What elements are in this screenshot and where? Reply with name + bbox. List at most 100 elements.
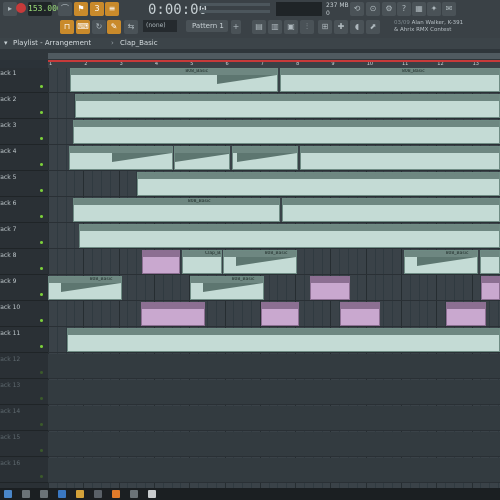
browser-icon[interactable]: ▦ (412, 2, 426, 16)
track-lane[interactable] (48, 354, 500, 379)
playlist-icon[interactable]: ▤ (252, 20, 266, 34)
audio-clip[interactable] (141, 302, 205, 326)
plugin-picker-icon[interactable]: ✚ (334, 20, 348, 34)
playlist-options-icon[interactable]: ▾ (4, 38, 8, 49)
master-volume-slider[interactable] (200, 3, 270, 6)
track-header[interactable]: Track 2 (0, 94, 48, 119)
explorer-icon[interactable] (76, 490, 84, 498)
store-icon[interactable] (94, 490, 102, 498)
pattern-clip[interactable]: 808_Basic (70, 68, 278, 92)
search-icon[interactable] (22, 490, 30, 498)
master-pitch-slider[interactable] (200, 10, 270, 13)
channel-rack-icon[interactable]: ▣ (284, 20, 298, 34)
audio-clip[interactable] (446, 302, 486, 326)
track-header[interactable]: Track 13 (0, 380, 48, 405)
track-enable-led[interactable] (40, 423, 43, 426)
track-enable-led[interactable] (40, 475, 43, 478)
track-enable-led[interactable] (40, 397, 43, 400)
track-header[interactable]: Track 7 (0, 224, 48, 249)
pattern-clip[interactable] (73, 120, 500, 144)
pattern-clip[interactable] (300, 146, 500, 170)
project-browser-icon[interactable]: ⊞ (318, 20, 332, 34)
pattern-clip[interactable] (75, 94, 500, 118)
edge-icon[interactable] (58, 490, 66, 498)
plugin-icon[interactable]: ✦ (427, 2, 441, 16)
track-header[interactable]: Track 9 (0, 276, 48, 301)
loop-record-icon[interactable]: ↻ (92, 20, 106, 34)
chat-icon[interactable]: ✉ (442, 2, 456, 16)
track-enable-led[interactable] (40, 371, 43, 374)
track-enable-led[interactable] (40, 293, 43, 296)
pattern-clip[interactable] (79, 224, 500, 248)
song-position[interactable]: 0:00:00 (148, 0, 207, 20)
app-icon[interactable] (130, 490, 138, 498)
track-enable-led[interactable] (40, 85, 43, 88)
fl-studio-icon[interactable] (112, 490, 120, 498)
start-icon[interactable] (4, 490, 12, 498)
track-enable-led[interactable] (40, 215, 43, 218)
undo-icon[interactable]: ⟲ (350, 2, 364, 16)
pattern-clip[interactable] (282, 198, 500, 222)
track-enable-led[interactable] (40, 163, 43, 166)
blend-icon[interactable]: ✎ (107, 20, 121, 34)
task-view-icon[interactable] (40, 490, 48, 498)
mixer-icon[interactable]: ⚙ (382, 2, 396, 16)
pattern-selector[interactable]: Pattern 1 (186, 20, 228, 32)
record-button[interactable] (16, 3, 26, 13)
track-lane[interactable] (48, 432, 500, 457)
track-enable-led[interactable] (40, 319, 43, 322)
track-lane[interactable] (48, 406, 500, 431)
audio-icon[interactable]: ◖ (350, 20, 364, 34)
pattern-clip[interactable] (480, 250, 500, 274)
wait-icon[interactable]: ⌒ (58, 2, 72, 16)
app2-icon[interactable] (148, 490, 156, 498)
playlist-lanes[interactable]: 808_Basic 808_Basic 808_Basic Clap_Basic 808… (48, 68, 500, 488)
pattern-clip[interactable]: 808_Basic (280, 68, 500, 92)
help-icon[interactable]: ? (397, 2, 411, 16)
overview-scrollbar[interactable] (48, 53, 500, 59)
snap-icon[interactable]: ⊓ (60, 20, 74, 34)
pattern-clip[interactable]: 808_Basic (223, 250, 297, 274)
pattern-clip[interactable]: Clap_Basic (182, 250, 222, 274)
pattern-clip[interactable] (69, 146, 173, 170)
track-enable-led[interactable] (40, 449, 43, 452)
track-enable-led[interactable] (40, 241, 43, 244)
news-ticker[interactable]: 03/09 Alan Walker, K-391 & Ahrix RMX Con… (394, 20, 464, 36)
pattern-clip[interactable] (174, 146, 230, 170)
pattern-clip[interactable]: 808_Basic (190, 276, 264, 300)
track-lane[interactable] (48, 380, 500, 405)
step-edit-icon[interactable]: ≡ (105, 2, 119, 16)
add-pattern-icon[interactable]: + (231, 20, 241, 34)
tempo-display[interactable]: 153.000 (28, 2, 62, 16)
render-icon[interactable]: ⬈ (366, 20, 380, 34)
track-enable-led[interactable] (40, 137, 43, 140)
current-clip-name[interactable]: Clap_Basic (120, 38, 158, 49)
countdown-icon[interactable]: 3 (90, 2, 104, 16)
audio-clip[interactable] (261, 302, 299, 326)
snap-select[interactable]: (none) (143, 20, 177, 32)
pattern-clip[interactable]: 808_Basic (73, 198, 280, 222)
track-header[interactable]: Track 12 (0, 354, 48, 379)
track-header[interactable]: Track 16 (0, 458, 48, 483)
pattern-clip[interactable]: 808_Basic (48, 276, 122, 300)
pat-song-toggle[interactable]: ▸ (3, 2, 17, 16)
pattern-clip[interactable] (137, 172, 500, 196)
metronome-icon[interactable]: ⚑ (74, 2, 88, 16)
track-enable-led[interactable] (40, 267, 43, 270)
track-header[interactable]: Track 14 (0, 406, 48, 431)
track-header[interactable]: Track 3 (0, 120, 48, 145)
track-header[interactable]: Track 15 (0, 432, 48, 457)
track-lane[interactable] (48, 458, 500, 483)
track-enable-led[interactable] (40, 111, 43, 114)
mixer-window-icon[interactable]: ⫶ (300, 20, 314, 34)
track-header[interactable]: Track 8 (0, 250, 48, 275)
track-header[interactable]: Track 1 (0, 68, 48, 93)
track-enable-led[interactable] (40, 345, 43, 348)
pattern-clip[interactable] (232, 146, 298, 170)
pattern-clip[interactable] (67, 328, 500, 352)
track-header[interactable]: Track 6 (0, 198, 48, 223)
track-header[interactable]: Track 10 (0, 302, 48, 327)
scroll-icon[interactable]: ⇆ (124, 20, 138, 34)
audio-clip[interactable] (340, 302, 380, 326)
audio-clip[interactable] (481, 276, 500, 300)
